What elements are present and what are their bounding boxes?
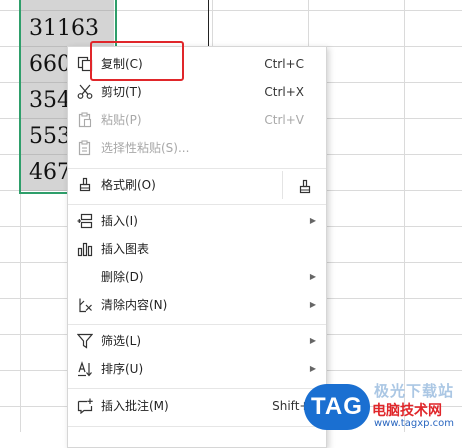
add-comment-icon: [77, 398, 93, 414]
watermark-title: 极光下载站: [374, 382, 455, 400]
menu-item-label: 选择性粘贴(S)...: [101, 141, 190, 155]
menu-item-label: 插入(I): [101, 214, 138, 228]
copy-highlight-box: [90, 41, 184, 81]
menu-item-format-painter[interactable]: 格式刷(O): [68, 171, 326, 199]
menu-item-divider: [282, 171, 283, 199]
menu-item-insert[interactable]: 插入(I) ▶: [68, 207, 326, 235]
context-menu: 复制(C) Ctrl+C 剪切(T) Ctrl+X 粘贴(P) Ctrl+V 选…: [67, 46, 327, 448]
menu-item-label: 删除(D): [101, 270, 144, 284]
format-painter-icon: [77, 177, 93, 193]
menu-item-paste[interactable]: 粘贴(P) Ctrl+V: [68, 106, 326, 134]
menu-item-label: 粘贴(P): [101, 113, 142, 127]
cell-border-outline: [114, 0, 209, 47]
eraser-icon: [77, 297, 93, 313]
submenu-arrow-icon: ▶: [309, 336, 316, 345]
menu-divider: [68, 204, 326, 205]
submenu-arrow-icon: ▶: [309, 272, 316, 281]
menu-item-shortcut: Ctrl+V: [264, 113, 304, 127]
bar-chart-icon: [77, 241, 93, 257]
menu-divider: [68, 324, 326, 325]
menu-item-label: 剪切(T): [101, 85, 142, 99]
menu-item-insert-comment[interactable]: 插入批注(M) Shift+F2: [68, 392, 326, 420]
submenu-arrow-icon: ▶: [309, 364, 316, 373]
menu-item-shortcut: Ctrl+X: [264, 85, 304, 99]
menu-item-shortcut: Ctrl+C: [264, 57, 304, 71]
menu-divider: [68, 168, 326, 169]
menu-divider: [68, 388, 326, 389]
insert-rows-icon: [77, 213, 93, 229]
menu-item-paste-special[interactable]: 选择性粘贴(S)...: [68, 134, 326, 162]
filter-icon: [77, 333, 93, 349]
menu-item-sort[interactable]: 排序(U) ▶: [68, 355, 326, 383]
paste-icon: [77, 112, 93, 128]
paste-special-icon: [77, 140, 93, 156]
watermark-url: www.tagxp.com: [374, 418, 454, 429]
menu-item-insert-chart[interactable]: 插入图表: [68, 235, 326, 263]
submenu-arrow-icon: ▶: [309, 216, 316, 225]
sort-icon: [77, 361, 93, 377]
menu-item-delete[interactable]: 删除(D) ▶: [68, 263, 326, 291]
watermark-subtitle: 电脑技术网: [372, 403, 442, 419]
scissors-icon: [77, 84, 93, 100]
menu-item-label: 插入图表: [101, 242, 150, 256]
menu-divider: [68, 426, 326, 427]
menu-item-clear-contents[interactable]: 清除内容(N) ▶: [68, 291, 326, 319]
menu-item-label: 清除内容(N): [101, 298, 168, 312]
menu-item-label: 筛选(L): [101, 334, 142, 348]
menu-item-filter[interactable]: 筛选(L) ▶: [68, 327, 326, 355]
menu-item-cut[interactable]: 剪切(T) Ctrl+X: [68, 78, 326, 106]
submenu-arrow-icon: ▶: [309, 300, 316, 309]
format-painter-button[interactable]: [297, 177, 313, 205]
menu-item-label: 排序(U): [101, 362, 144, 376]
watermark: TAG 极光下载站 电脑技术网 www.tagxp.com: [300, 380, 462, 432]
menu-item-label: 格式刷(O): [101, 178, 156, 192]
watermark-logo: TAG: [304, 384, 370, 430]
menu-item-label: 插入批注(M): [101, 399, 169, 413]
